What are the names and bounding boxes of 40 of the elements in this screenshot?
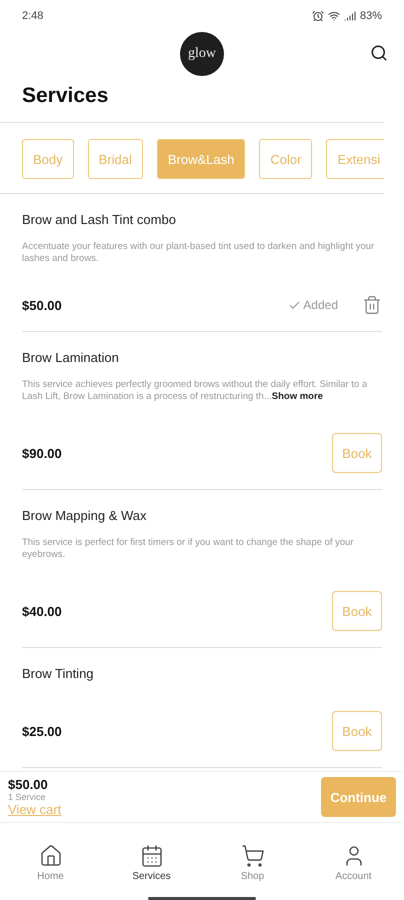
book-button[interactable]: Book: [332, 433, 382, 473]
alarm-icon: [312, 10, 324, 22]
service-description: This service achieves perfectly groomed brows without the daily effort. Similar to a Lash Lift, Brow Lamination is a process of restructuring th...Show more: [22, 379, 368, 403]
cart-count: 1 Service: [8, 792, 47, 802]
category-tab[interactable]: Color: [259, 139, 312, 179]
search-button[interactable]: [370, 44, 388, 62]
service-name: Brow Tinting: [22, 666, 95, 681]
logo: glow: [180, 32, 224, 76]
page-title: Services: [22, 84, 110, 108]
nav-tab[interactable]: Services: [116, 843, 186, 883]
service-description: This service is perfect for first timers or if you want to change the shape of your eyebrows.: [22, 537, 355, 561]
cart-total: $50.00: [8, 777, 49, 792]
book-button[interactable]: Book: [332, 711, 382, 751]
service-description: Accentuate your features with our plant-based tint used to darken and highlight your lashes and brows.: [22, 241, 376, 265]
book-button[interactable]: Book: [332, 591, 382, 631]
category-tab[interactable]: Extensi: [326, 139, 384, 179]
service-price: $40.00: [22, 604, 62, 618]
status-time: 2:48: [22, 10, 44, 22]
nav-tab[interactable]: Shop: [218, 843, 288, 883]
category-tab[interactable]: Body: [22, 139, 74, 179]
service-price: $90.00: [22, 446, 62, 460]
service-name: Brow and Lash Tint combo: [22, 212, 177, 227]
added-status: Added: [303, 298, 338, 312]
nav-tab[interactable]: Account: [318, 843, 388, 883]
check-icon: [288, 298, 302, 312]
view-cart-link[interactable]: View cart: [8, 802, 62, 817]
category-tab[interactable]: Brow&Lash: [156, 139, 246, 179]
service-price: $25.00: [22, 724, 62, 738]
service-name: Brow Mapping & Wax: [22, 508, 148, 523]
show-more-link[interactable]: Show more: [272, 391, 323, 402]
battery-percent: 83%: [360, 10, 382, 22]
category-tab[interactable]: Bridal: [88, 139, 143, 179]
nav-tab[interactable]: Home: [16, 843, 86, 883]
service-name: Brow Lamination: [22, 350, 120, 365]
delete-icon[interactable]: [362, 295, 382, 315]
cart-icon: [240, 844, 264, 868]
service-price: $50.00: [22, 298, 62, 312]
continue-button[interactable]: Continue: [321, 777, 396, 817]
calendar-icon: [140, 844, 164, 868]
home-icon: [38, 844, 62, 868]
